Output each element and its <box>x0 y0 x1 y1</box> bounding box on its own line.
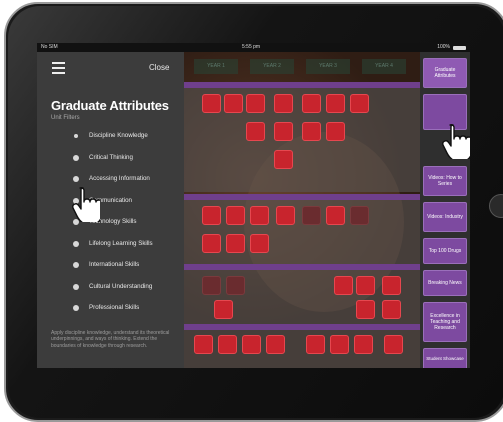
year-tab[interactable]: YEAR 2 <box>250 59 294 74</box>
unit-tile[interactable] <box>224 94 243 113</box>
attribute-section <box>184 194 420 264</box>
attribute-section <box>184 264 420 324</box>
status-bar: No SIM 5:55 pm 100% <box>37 43 470 52</box>
unit-tile[interactable] <box>266 335 285 354</box>
unit-tile[interactable] <box>350 206 369 225</box>
radio-dot-icon <box>73 154 79 161</box>
unit-tile[interactable] <box>326 206 345 225</box>
hand-pointer-icon <box>72 187 100 222</box>
unit-tile[interactable] <box>250 206 269 225</box>
year-tab[interactable]: YEAR 4 <box>362 59 406 74</box>
excellence-teaching-button[interactable]: Excellence in Teaching and Research <box>423 302 467 342</box>
menu-icon[interactable] <box>52 62 65 74</box>
attribute-section <box>184 324 420 368</box>
panel-title: Graduate Attributes <box>51 98 169 113</box>
unit-tile[interactable] <box>356 300 375 319</box>
year-tab[interactable]: YEAR 1 <box>194 59 238 74</box>
filter-label: Discipline Knowledge <box>89 132 148 139</box>
unit-tile[interactable] <box>242 335 261 354</box>
battery-percent: 100% <box>437 44 450 50</box>
unit-tile[interactable] <box>276 206 295 225</box>
filter-label: Lifelong Learning Skills <box>89 239 153 247</box>
unit-tile[interactable] <box>226 234 245 253</box>
section-body <box>184 330 420 368</box>
radio-dot-icon <box>74 134 78 138</box>
unit-tile[interactable] <box>334 276 353 295</box>
carrier-text: No SIM <box>41 44 58 50</box>
unit-tile[interactable] <box>194 335 213 354</box>
unit-tile[interactable] <box>226 206 245 225</box>
unit-tile[interactable] <box>356 276 375 295</box>
filter-label: Critical Thinking <box>89 153 133 161</box>
unit-tile[interactable] <box>202 276 221 295</box>
unit-tile[interactable] <box>246 94 265 113</box>
unit-tile[interactable] <box>218 335 237 354</box>
hand-pointer-icon <box>442 124 470 159</box>
unit-tile[interactable] <box>202 206 221 225</box>
top-100-drugs-button[interactable]: Top 100 Drugs <box>423 238 467 264</box>
unit-tile[interactable] <box>302 122 321 141</box>
filter-label: International Skills <box>89 261 140 268</box>
unit-tile[interactable] <box>302 206 321 225</box>
filter-label: Professional Skills <box>89 304 140 311</box>
section-body <box>184 88 420 192</box>
attribute-section <box>184 82 420 192</box>
unit-tile[interactable] <box>274 150 293 169</box>
unit-tile[interactable] <box>250 234 269 253</box>
unit-tile[interactable] <box>214 300 233 319</box>
year-tab[interactable]: YEAR 3 <box>306 59 350 74</box>
radio-dot-icon <box>73 262 79 268</box>
unit-tile[interactable] <box>384 335 403 354</box>
unit-tile[interactable] <box>246 122 265 141</box>
battery-icon <box>453 46 466 50</box>
unit-tile[interactable] <box>202 234 221 253</box>
unit-tile[interactable] <box>202 94 221 113</box>
unit-tile[interactable] <box>330 335 349 354</box>
videos-how-to-button[interactable]: Videos: How to Series <box>423 166 467 196</box>
section-body <box>184 200 420 264</box>
unit-tile[interactable] <box>326 94 345 113</box>
radio-dot-icon <box>73 176 79 182</box>
student-showcase-button[interactable]: Student Showcase <box>423 348 467 368</box>
breaking-news-button[interactable]: Breaking News <box>423 270 467 296</box>
curriculum-map: YEAR 1 YEAR 2 YEAR 3 YEAR 4 <box>184 52 420 368</box>
unit-tile[interactable] <box>354 335 373 354</box>
videos-industry-button[interactable]: Videos: Industry <box>423 202 467 232</box>
filter-panel: Close Graduate Attributes Unit Filters D… <box>37 52 184 368</box>
radio-dot-icon <box>73 240 79 247</box>
year-header: YEAR 1 YEAR 2 YEAR 3 YEAR 4 <box>184 59 420 74</box>
unit-tile[interactable] <box>350 94 369 113</box>
unit-tile[interactable] <box>226 276 245 295</box>
radio-dot-icon <box>73 283 79 290</box>
unit-tile[interactable] <box>302 94 321 113</box>
unit-tile[interactable] <box>306 335 325 354</box>
section-body <box>184 270 420 324</box>
unit-tile[interactable] <box>274 122 293 141</box>
unit-tile[interactable] <box>274 94 293 113</box>
radio-dot-icon <box>73 305 79 311</box>
clock-text: 5:55 pm <box>242 44 261 50</box>
unit-tile[interactable] <box>382 276 401 295</box>
close-button[interactable]: Close <box>149 63 169 72</box>
app-screen: No SIM 5:55 pm 100% Close Graduate Attri… <box>37 43 470 368</box>
attribute-description: Apply discipline knowledge, understand i… <box>51 330 170 349</box>
filter-label: Cultural Understanding <box>89 282 153 290</box>
unit-tile[interactable] <box>326 122 345 141</box>
unit-tile[interactable] <box>382 300 401 319</box>
resource-sidebar: Graduate Attributes Videos: How to Serie… <box>420 52 470 368</box>
panel-subtitle: Unit Filters <box>51 115 80 121</box>
graduate-attributes-button[interactable]: Graduate Attributes <box>423 58 467 88</box>
filter-label: Accessing Information <box>89 175 150 182</box>
